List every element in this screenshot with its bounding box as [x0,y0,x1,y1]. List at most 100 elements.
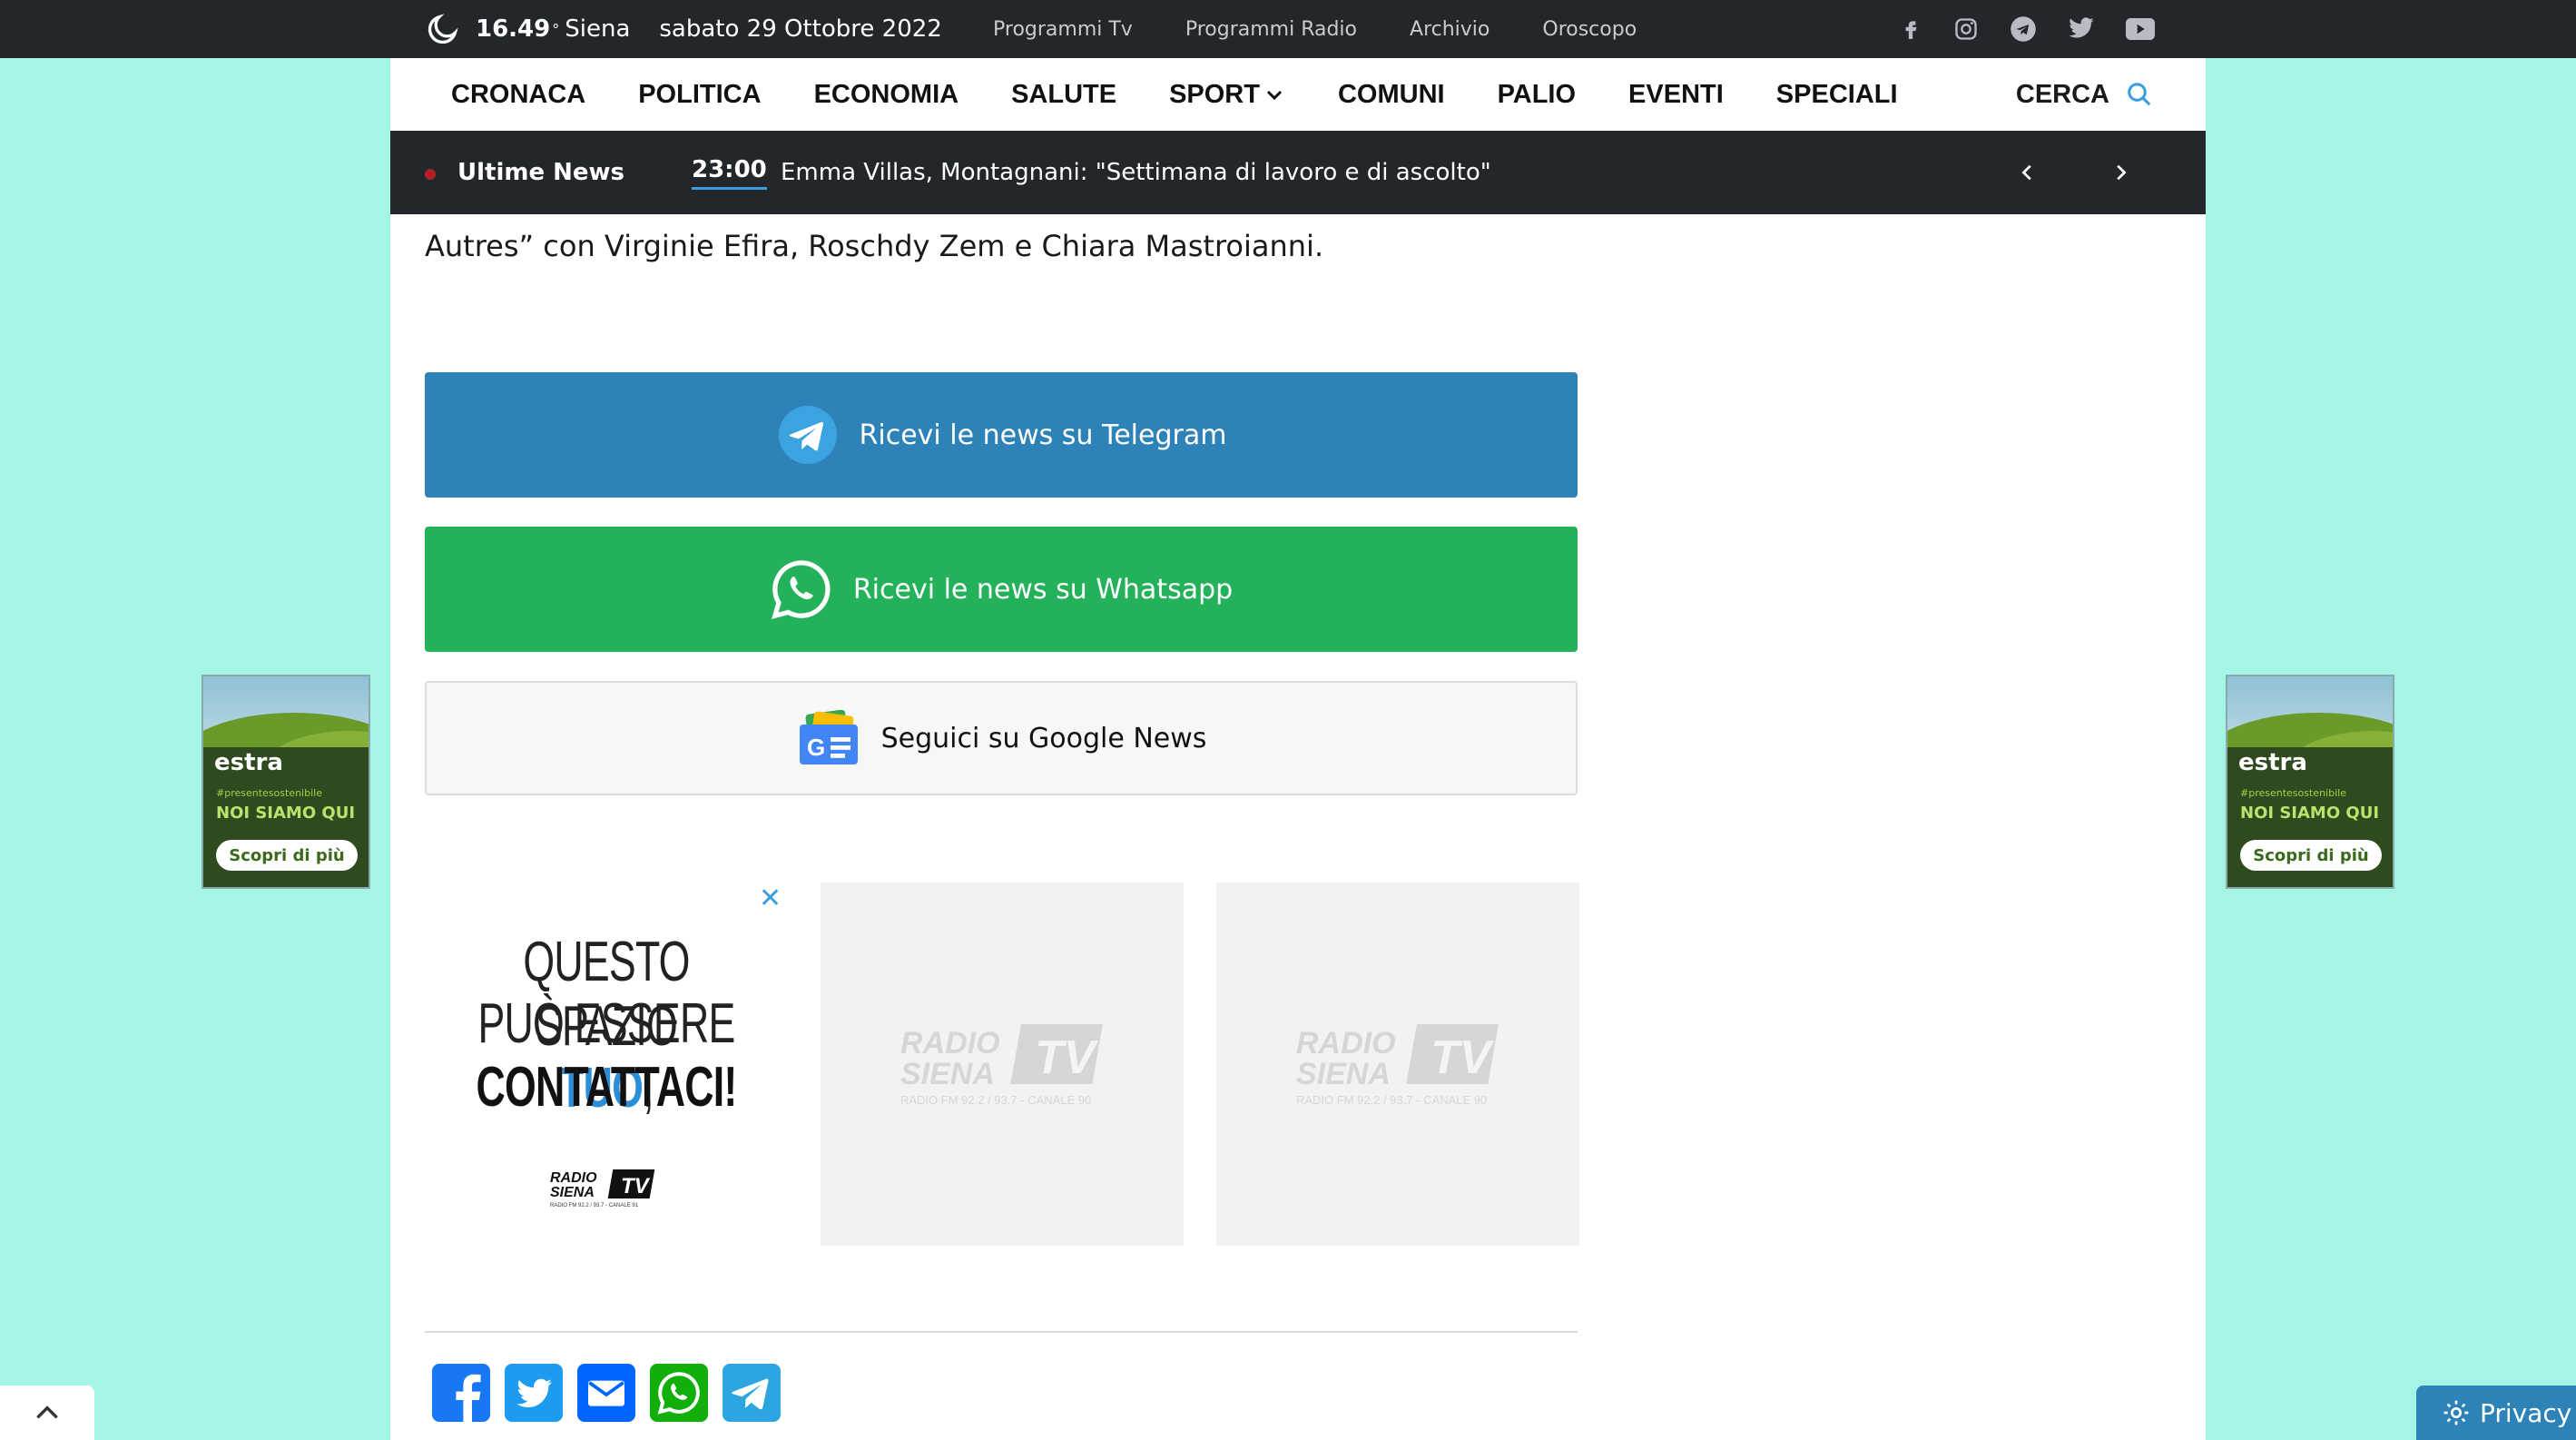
wm-line1: RADIO [900,1026,1000,1060]
ticker-time-value: 23:00 [692,156,767,190]
search-button[interactable]: CERCA [2016,58,2153,131]
privacy-button[interactable]: Privacy [2416,1386,2576,1440]
divider [425,1331,1578,1333]
telegram-cta-button[interactable]: Ricevi le news su Telegram [425,372,1578,498]
news-ticker: Ultime News 23:00 Emma Villas, Montagnan… [390,131,2206,214]
google-news-cta-button[interactable]: G Seguici su Google News [425,681,1578,795]
wm-tv: TV [1035,1031,1099,1084]
share-email-button[interactable] [577,1364,635,1422]
whatsapp-cta-label: Ricevi le news su Whatsapp [852,573,1234,606]
share-facebook-button[interactable] [432,1364,490,1422]
twitter-icon [505,1364,563,1422]
moon-icon [428,14,458,44]
whatsapp-cta-button[interactable]: Ricevi le news su Whatsapp [425,527,1578,652]
article-paragraph: Autres” con Virginie Efira, Roschdy Zem … [425,229,1324,263]
main-nav: CRONACA POLITICA ECONOMIA SALUTE SPORT C… [390,58,2206,131]
whatsapp-icon [771,560,831,619]
share-twitter-button[interactable] [505,1364,563,1422]
google-news-icon: G [799,710,858,764]
wm-line2: SIENA [900,1057,995,1091]
telegram-cta-label: Ricevi le news su Telegram [859,419,1227,451]
banner-hashtag: #presentesostenibile [216,787,322,799]
share-telegram-button[interactable] [723,1364,781,1422]
telegram-icon [723,1364,781,1422]
nav-item-economia[interactable]: ECONOMIA [814,80,959,110]
back-to-top-button[interactable] [0,1386,94,1440]
instagram-icon[interactable] [1953,16,1979,42]
ticker-headline[interactable]: Emma Villas, Montagnani: "Settimana di l… [781,131,1491,214]
ticker-next-button[interactable] [2106,158,2135,187]
share-bar [432,1364,795,1422]
ad-slot-placeholder-1[interactable]: RADIO SIENA TV RADIO FM 92.2 / 93.7 - CA… [821,883,1184,1246]
weather-widget: 16.49 ° Siena sabato 29 Ottobre 2022 [425,0,942,58]
nav-item-speciali[interactable]: SPECIALI [1776,80,1898,110]
mini-logo-sub: RADIO FM 92.2 / 93.7 - CANALE 91 [550,1203,639,1208]
facebook-icon[interactable] [1899,16,1922,42]
whatsapp-icon [650,1364,708,1422]
ad-slot-placeholder-2[interactable]: RADIO SIENA TV RADIO FM 92.2 / 93.7 - CA… [1216,883,1579,1246]
radio-siena-logo: RADIO SIENA TV RADIO FM 92.2 / 93.7 - CA… [550,1169,655,1208]
temperature: 16.49 [476,15,551,43]
ad-line-3: CONTATTACI! [476,1056,737,1119]
top-links: Programmi Tv Programmi Radio Archivio Or… [993,0,1689,58]
banner-slogan: NOI SIAMO QUI [2240,804,2380,823]
banner-hashtag: #presentesostenibile [2240,787,2346,799]
ticker-time: 23:00 [692,131,767,214]
wm-line1: RADIO [1296,1026,1396,1060]
twitter-icon[interactable] [2068,17,2095,41]
svg-text:G: G [807,734,825,761]
nav-item-sport-label: SPORT [1169,79,1260,109]
chevron-right-icon [2117,164,2127,181]
side-banner-right[interactable]: estra #presentesostenibile NOI SIAMO QUI… [2226,675,2394,889]
nav-item-eventi[interactable]: EVENTI [1628,80,1724,110]
nav-item-politica[interactable]: POLITICA [638,80,761,110]
wm-line2: SIENA [1296,1057,1391,1091]
nav-item-comuni[interactable]: COMUNI [1338,80,1445,110]
banner-brand: estra [214,749,283,776]
google-news-cta-label: Seguici su Google News [880,722,1207,755]
link-programmi-tv[interactable]: Programmi Tv [993,18,1133,41]
wm-sub: RADIO FM 92.2 / 93.7 - CANALE 90 [900,1093,1091,1107]
ad-slot-contact[interactable]: ✕ QUESTO SPAZIO PUÒ ESSERE TUO, CONTATTA… [425,883,788,1246]
banner-button[interactable]: Scopri di più [2240,840,2382,871]
radio-siena-watermark: RADIO SIENA TV RADIO FM 92.2 / 93.7 - CA… [900,1024,1103,1107]
ad-line-2-a: PUÒ ESSERE [477,992,735,1055]
chevron-left-icon [2021,164,2031,181]
top-bar: 16.49 ° Siena sabato 29 Ottobre 2022 Pro… [0,0,2576,58]
nav-item-cronaca[interactable]: CRONACA [451,80,585,110]
close-icon[interactable]: ✕ [759,883,782,914]
side-banner-left[interactable]: estra #presentesostenibile NOI SIAMO QUI… [202,675,370,889]
email-icon [577,1364,635,1422]
wm-sub: RADIO FM 92.2 / 93.7 - CANALE 90 [1296,1093,1487,1107]
search-label: CERCA [2015,79,2109,109]
current-date: sabato 29 Ottobre 2022 [659,15,942,43]
ticker-prev-button[interactable] [2013,158,2042,187]
facebook-icon [432,1364,490,1422]
youtube-icon[interactable] [2126,18,2155,40]
ticker-dot [425,169,436,180]
degree-symbol: ° [552,20,560,38]
banner-slogan: NOI SIAMO QUI [216,804,356,823]
social-links [1868,0,2155,58]
telegram-icon [778,405,837,465]
link-archivio[interactable]: Archivio [1410,18,1490,41]
ad-row: ✕ QUESTO SPAZIO PUÒ ESSERE TUO, CONTATTA… [425,883,1581,1246]
gear-icon [2443,1400,2469,1425]
telegram-icon[interactable] [2010,15,2037,43]
mini-logo-tv: TV [621,1174,651,1198]
chevron-down-icon [1266,90,1283,101]
banner-brand: estra [2238,749,2307,776]
nav-item-palio[interactable]: PALIO [1498,80,1576,110]
banner-button[interactable]: Scopri di più [216,840,358,871]
share-whatsapp-button[interactable] [650,1364,708,1422]
nav-item-salute[interactable]: SALUTE [1011,80,1116,110]
wm-tv: TV [1431,1031,1495,1084]
mini-logo-line1: RADIO [550,1170,597,1186]
link-oroscopo[interactable]: Oroscopo [1542,18,1637,41]
city: Siena [565,15,631,43]
chevron-up-icon [36,1405,58,1419]
link-programmi-radio[interactable]: Programmi Radio [1185,18,1357,41]
nav-item-sport[interactable]: SPORT [1169,80,1285,110]
ticker-label: Ultime News [457,159,625,186]
mini-logo-line2: SIENA [550,1185,595,1200]
